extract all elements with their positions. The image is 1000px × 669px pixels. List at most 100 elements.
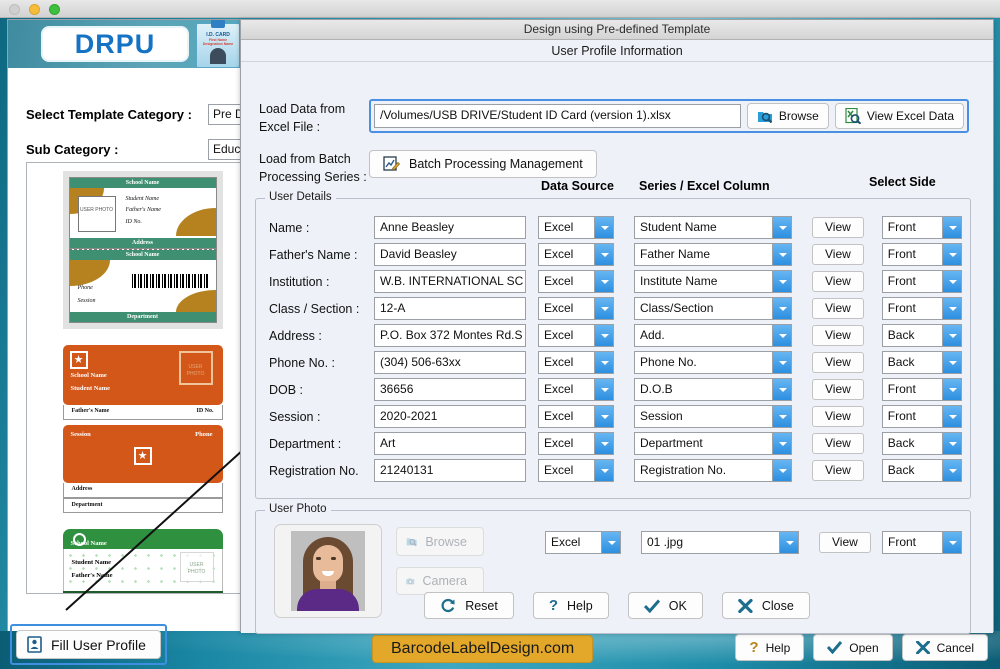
dialog-help-button[interactable]: ? Help bbox=[532, 592, 609, 619]
view-excel-data-button[interactable]: View Excel Data bbox=[834, 103, 964, 129]
series-column-dropdown[interactable]: Institute Name bbox=[634, 270, 792, 293]
series-column-dropdown[interactable]: Session bbox=[634, 405, 792, 428]
chevron-down-icon[interactable] bbox=[772, 298, 791, 319]
view-button[interactable]: View bbox=[812, 460, 864, 481]
chevron-down-icon[interactable] bbox=[594, 244, 613, 265]
data-source-dropdown[interactable]: Excel bbox=[538, 378, 614, 401]
chevron-down-icon[interactable] bbox=[772, 325, 791, 346]
chevron-down-icon[interactable] bbox=[594, 325, 613, 346]
series-column-dropdown[interactable]: Department bbox=[634, 432, 792, 455]
maximize-window-button[interactable] bbox=[49, 4, 60, 15]
select-side-dropdown[interactable]: Front bbox=[881, 297, 962, 320]
excel-path-input[interactable]: /Volumes/USB DRIVE/Student ID Card (vers… bbox=[374, 104, 741, 128]
chevron-down-icon[interactable] bbox=[772, 406, 791, 427]
photo-data-source-dropdown[interactable]: Excel bbox=[545, 531, 621, 554]
close-window-button[interactable] bbox=[9, 4, 20, 15]
chevron-down-icon[interactable] bbox=[594, 460, 613, 481]
view-button[interactable]: View bbox=[812, 433, 864, 454]
field-value-input[interactable]: Art bbox=[374, 432, 526, 455]
chevron-down-icon[interactable] bbox=[594, 217, 613, 238]
chevron-down-icon[interactable] bbox=[594, 379, 613, 400]
help-button[interactable]: ? Help bbox=[735, 634, 805, 661]
chevron-down-icon[interactable] bbox=[594, 433, 613, 454]
chevron-down-icon[interactable] bbox=[772, 352, 791, 373]
chevron-down-icon[interactable] bbox=[772, 244, 791, 265]
chevron-down-icon[interactable] bbox=[941, 379, 961, 400]
field-value-input[interactable]: (304) 506-63xx bbox=[374, 351, 526, 374]
select-side-dropdown[interactable]: Front bbox=[881, 243, 962, 266]
minimize-window-button[interactable] bbox=[29, 4, 40, 15]
chevron-down-icon[interactable] bbox=[772, 460, 791, 481]
chevron-down-icon[interactable] bbox=[941, 406, 961, 427]
select-side-dropdown[interactable]: Back bbox=[881, 459, 962, 482]
view-button[interactable]: View bbox=[812, 406, 864, 427]
reset-button[interactable]: Reset bbox=[424, 592, 514, 619]
view-button[interactable]: View bbox=[812, 352, 864, 373]
view-button[interactable]: View bbox=[812, 217, 864, 238]
dialog-close-button[interactable]: Close bbox=[721, 592, 810, 619]
photo-camera-button[interactable]: Camera bbox=[396, 567, 484, 595]
chevron-down-icon[interactable] bbox=[594, 271, 613, 292]
chevron-down-icon[interactable] bbox=[772, 433, 791, 454]
view-button[interactable]: View bbox=[812, 271, 864, 292]
browse-excel-button[interactable]: Browse bbox=[746, 103, 829, 129]
chevron-down-icon[interactable] bbox=[772, 217, 791, 238]
chevron-down-icon[interactable] bbox=[594, 352, 613, 373]
batch-processing-management-button[interactable]: Batch Processing Management bbox=[369, 150, 597, 178]
series-column-dropdown[interactable]: Class/Section bbox=[634, 297, 792, 320]
series-column-dropdown[interactable]: Father Name bbox=[634, 243, 792, 266]
field-value-input[interactable]: 21240131 bbox=[374, 459, 526, 482]
data-source-dropdown[interactable]: Excel bbox=[538, 324, 614, 347]
photo-select-side-dropdown[interactable]: Front bbox=[882, 531, 962, 554]
view-button[interactable]: View bbox=[812, 325, 864, 346]
photo-series-dropdown[interactable]: 01 .jpg bbox=[641, 531, 799, 554]
template-list[interactable]: School Name USER PHOTO Student Name Fath… bbox=[26, 162, 259, 594]
data-source-dropdown[interactable]: Excel bbox=[538, 216, 614, 239]
series-column-dropdown[interactable]: Student Name bbox=[634, 216, 792, 239]
series-column-dropdown[interactable]: Registration No. bbox=[634, 459, 792, 482]
select-side-dropdown[interactable]: Back bbox=[881, 351, 962, 374]
select-side-dropdown[interactable]: Front bbox=[881, 216, 962, 239]
view-button[interactable]: View bbox=[812, 298, 864, 319]
chevron-down-icon[interactable] bbox=[941, 325, 961, 346]
chevron-down-icon[interactable] bbox=[772, 271, 791, 292]
series-column-dropdown[interactable]: Phone No. bbox=[634, 351, 792, 374]
ok-button[interactable]: OK bbox=[627, 592, 703, 619]
select-side-dropdown[interactable]: Back bbox=[881, 432, 962, 455]
field-value-input[interactable]: 36656 bbox=[374, 378, 526, 401]
chevron-down-icon[interactable] bbox=[941, 298, 961, 319]
data-source-dropdown[interactable]: Excel bbox=[538, 459, 614, 482]
data-source-dropdown[interactable]: Excel bbox=[538, 297, 614, 320]
data-source-dropdown[interactable]: Excel bbox=[538, 405, 614, 428]
template-item-green-gold[interactable]: School Name USER PHOTO Student Name Fath… bbox=[62, 171, 223, 329]
chevron-down-icon[interactable] bbox=[594, 298, 613, 319]
chevron-down-icon[interactable] bbox=[941, 460, 961, 481]
photo-view-button[interactable]: View bbox=[819, 532, 871, 553]
field-value-input[interactable]: Anne Beasley bbox=[374, 216, 526, 239]
data-source-dropdown[interactable]: Excel bbox=[538, 243, 614, 266]
fill-user-profile-button[interactable]: Fill User Profile bbox=[16, 630, 161, 659]
chevron-down-icon[interactable] bbox=[779, 532, 798, 553]
template-item-green-dotted[interactable]: School Name USER PHOTO Student Name Fath… bbox=[62, 529, 223, 593]
chevron-down-icon[interactable] bbox=[772, 379, 791, 400]
data-source-dropdown[interactable]: Excel bbox=[538, 432, 614, 455]
view-button[interactable]: View bbox=[812, 379, 864, 400]
photo-browse-button[interactable]: Browse bbox=[396, 527, 484, 556]
chevron-down-icon[interactable] bbox=[594, 406, 613, 427]
chevron-down-icon[interactable] bbox=[941, 433, 961, 454]
data-source-dropdown[interactable]: Excel bbox=[538, 270, 614, 293]
cancel-button[interactable]: Cancel bbox=[901, 634, 988, 661]
template-item-orange-star[interactable]: ★ USER PHOTO School Name Student Name Fa… bbox=[62, 345, 223, 513]
select-side-dropdown[interactable]: Front bbox=[881, 270, 962, 293]
series-column-dropdown[interactable]: Add. bbox=[634, 324, 792, 347]
chevron-down-icon[interactable] bbox=[941, 271, 961, 292]
chevron-down-icon[interactable] bbox=[942, 532, 961, 553]
field-value-input[interactable]: David Beasley bbox=[374, 243, 526, 266]
chevron-down-icon[interactable] bbox=[941, 217, 961, 238]
select-side-dropdown[interactable]: Front bbox=[881, 405, 962, 428]
field-value-input[interactable]: 12-A bbox=[374, 297, 526, 320]
chevron-down-icon[interactable] bbox=[941, 244, 961, 265]
select-side-dropdown[interactable]: Front bbox=[881, 378, 962, 401]
view-button[interactable]: View bbox=[812, 244, 864, 265]
chevron-down-icon[interactable] bbox=[941, 352, 961, 373]
